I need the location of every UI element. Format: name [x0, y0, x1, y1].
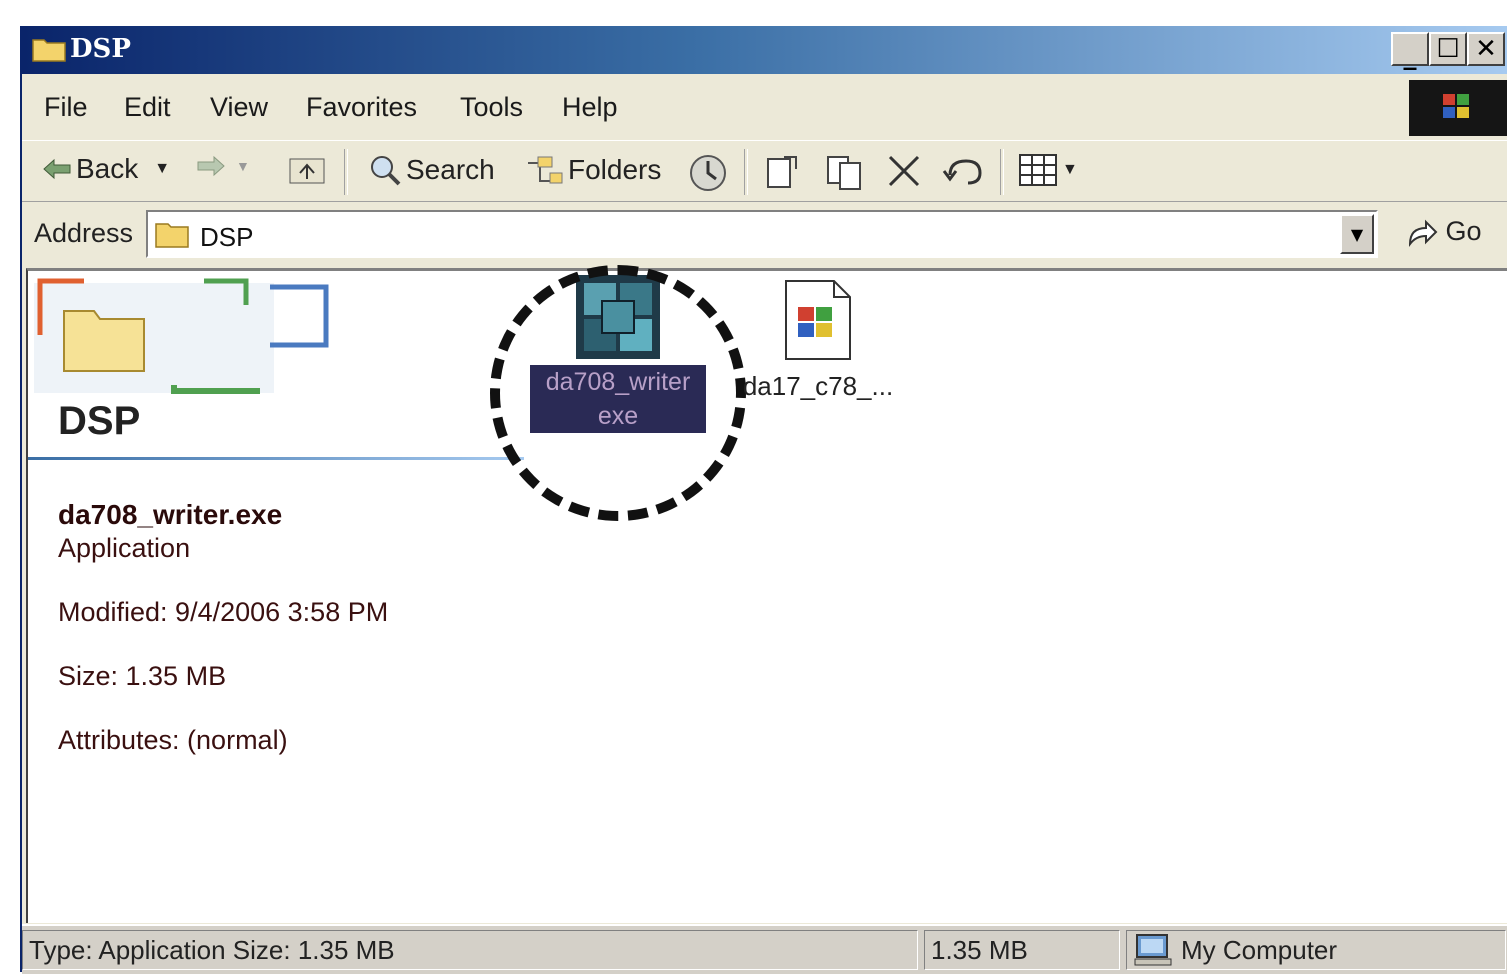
- title-underline: [28, 457, 524, 460]
- menu-tools[interactable]: Tools: [460, 92, 523, 123]
- address-label: Address: [34, 218, 134, 248]
- toolbar-separator: [744, 149, 748, 195]
- window-title: DSP: [70, 34, 131, 64]
- back-label: Back: [76, 153, 139, 184]
- undo-button[interactable]: [942, 153, 986, 187]
- folder-view[interactable]: DSP da708_writer.exe Application Modifie…: [26, 265, 1507, 923]
- forward-button[interactable]: ▼: [196, 153, 250, 179]
- go-button[interactable]: Go: [1406, 216, 1482, 248]
- status-type-size: Type: Application Size: 1.35 MB: [22, 930, 918, 970]
- status-size: 1.35 MB: [924, 930, 1120, 970]
- delete-button[interactable]: [886, 153, 922, 189]
- up-folder-icon: [289, 158, 325, 184]
- file-item-da17-c78[interactable]: da17_c78_...: [728, 279, 908, 402]
- folder-icon: [32, 39, 66, 62]
- explorer-window: DSP _ ☐ ✕ File Edit View Favorites Tools…: [20, 26, 1507, 974]
- folders-label: Folders: [568, 154, 662, 185]
- delete-icon: [888, 155, 920, 187]
- maximize-button[interactable]: ☐: [1429, 32, 1467, 66]
- minimize-button[interactable]: _: [1391, 32, 1429, 71]
- folder-title: DSP: [58, 399, 141, 443]
- views-dropdown-icon[interactable]: ▼: [1062, 161, 1078, 179]
- address-dropdown-button[interactable]: ▼: [1340, 214, 1374, 254]
- views-button[interactable]: ▼: [1018, 153, 1078, 187]
- menu-edit[interactable]: Edit: [124, 92, 171, 123]
- search-button[interactable]: Search: [368, 153, 495, 187]
- file-attributes: Attributes: (normal): [58, 725, 288, 755]
- toolbar-separator: [1000, 149, 1004, 195]
- search-label: Search: [406, 154, 495, 185]
- selected-file-name: da708_writer.exe: [58, 499, 283, 530]
- forward-arrow-icon: [197, 155, 225, 177]
- folders-icon: [528, 156, 563, 184]
- move-to-button[interactable]: [764, 153, 804, 191]
- undo-icon: [942, 159, 982, 185]
- search-icon: [371, 156, 401, 186]
- title-bar[interactable]: DSP _ ☐ ✕: [22, 26, 1507, 74]
- menu-view[interactable]: View: [210, 92, 268, 123]
- menu-file[interactable]: File: [44, 92, 88, 123]
- standard-toolbar: Back ▼ ▼ Search Folders ▼: [22, 140, 1507, 202]
- selected-file-type: Application: [58, 533, 191, 563]
- menu-favorites[interactable]: Favorites: [306, 92, 417, 123]
- address-bar: Address DSP ▼ Go: [22, 204, 1507, 264]
- installer-icon: [785, 280, 851, 360]
- menu-bar: File Edit View Favorites Tools Help: [22, 78, 1507, 138]
- zone-label: My Computer: [1181, 934, 1338, 965]
- back-dropdown-icon[interactable]: ▼: [154, 160, 170, 178]
- address-input[interactable]: DSP ▼: [146, 210, 1378, 258]
- modified-date: Modified: 9/4/2006 3:58 PM: [58, 597, 389, 627]
- toolbar-separator: [344, 149, 348, 195]
- file-size: Size: 1.35 MB: [58, 661, 227, 691]
- folder-icon: [155, 223, 189, 248]
- copy-to-button[interactable]: [826, 153, 866, 191]
- menu-help[interactable]: Help: [562, 92, 618, 123]
- history-icon: [690, 155, 726, 191]
- status-zone: My Computer: [1126, 930, 1506, 970]
- move-to-icon: [767, 156, 797, 188]
- views-grid-icon: [1019, 154, 1057, 186]
- folders-button[interactable]: Folders: [524, 153, 661, 187]
- file-label: da17_c78_...: [742, 371, 894, 401]
- back-arrow-icon: [43, 158, 71, 180]
- go-label: Go: [1445, 216, 1482, 246]
- go-arrow-icon: [1408, 219, 1438, 247]
- forward-dropdown-icon[interactable]: ▼: [236, 158, 250, 174]
- windows-logo-throbber: [1409, 80, 1507, 136]
- status-bar: Type: Application Size: 1.35 MB 1.35 MB …: [22, 924, 1507, 974]
- address-value: DSP: [200, 222, 254, 252]
- back-button[interactable]: Back ▼: [42, 153, 170, 185]
- history-button[interactable]: [686, 153, 730, 193]
- up-folder-button[interactable]: [288, 153, 326, 185]
- windows-flag-icon: [1443, 94, 1469, 118]
- highlight-circle: [490, 265, 746, 521]
- my-computer-icon: [1134, 934, 1172, 966]
- close-button[interactable]: ✕: [1467, 32, 1505, 66]
- copy-to-icon: [827, 156, 861, 190]
